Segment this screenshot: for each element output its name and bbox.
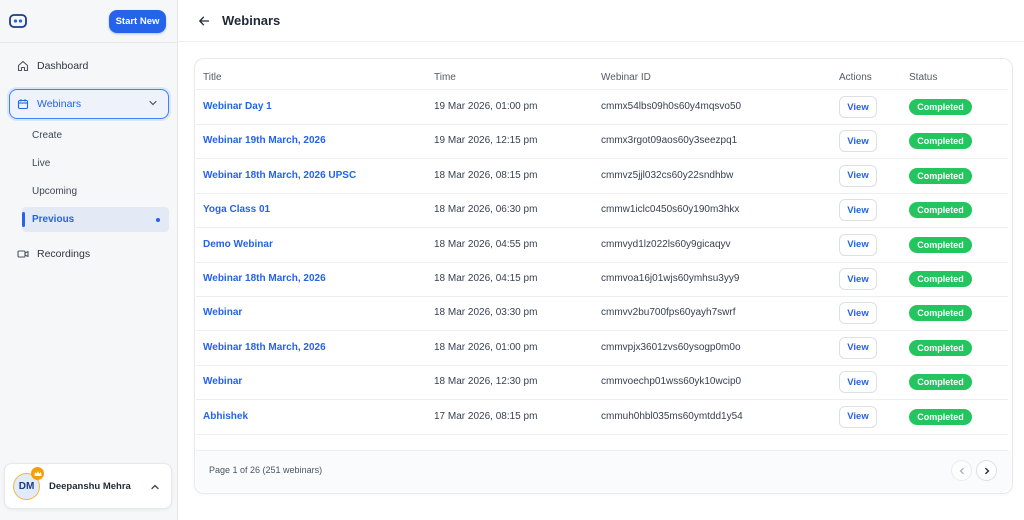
status-badge: Completed [909,167,972,184]
webinar-time: 19 Mar 2026, 01:00 pm [434,101,538,112]
webinar-time: 18 Mar 2026, 08:15 pm [434,169,538,181]
column-header-actions: Actions [839,72,872,83]
next-page-button[interactable] [976,460,997,481]
top-header: Webinars [178,0,1024,42]
webinar-id: cmmx3rgot09aos60y3seezpq1 [601,135,738,147]
column-header-status: Status [909,72,938,83]
status-badge: Completed [909,408,972,425]
webinar-title-link[interactable]: Demo Webinar [203,239,273,250]
webinar-id: cmmvoa16j01wjs60ymhsu3yy9 [601,273,740,284]
webinar-id: cmmvyd1lz022ls60y9gicaqyv [601,238,731,250]
chevron-down-icon[interactable] [148,98,158,108]
table-row: Webinar 18th March, 2026 UPSC 18 Mar 2026… [196,159,1008,194]
chevron-right-icon [984,467,989,474]
crown-icon [31,467,44,480]
sidebar-item-dashboard[interactable]: Dashboard [9,53,169,79]
sidebar-item-label: Recordings [37,248,91,260]
sub-item-previous[interactable]: Previous [32,214,74,225]
status-badge: Completed [909,305,972,322]
sidebar-item-label: Webinars [37,98,82,110]
webinar-title-link[interactable]: Webinar 19th March, 2026 [203,135,326,146]
sidebar-item-label: Dashboard [37,60,89,72]
view-button[interactable]: View [839,405,877,428]
webinar-title-link[interactable]: Yoga Class 01 [203,204,270,215]
column-header-title: Title [203,72,222,83]
table-row: Webinar 18th March, 2026 18 Mar 2026, 04:… [196,262,1008,297]
view-button[interactable]: View [839,233,877,256]
webinar-time: 18 Mar 2026, 04:55 pm [434,238,538,250]
status-badge: Completed [909,99,972,115]
sub-item-upcoming[interactable]: Upcoming [32,186,77,197]
webinar-id: cmmuh0hbl035ms60ymtdd1y54 [601,410,743,422]
home-icon [15,58,31,74]
webinar-title-link[interactable]: Webinar 18th March, 2026 [203,273,326,284]
webinar-id: cmmvz5jjl032cs60y22sndhbw [601,169,734,181]
view-button[interactable]: View [839,130,877,153]
webinar-title-link[interactable]: Webinar Day 1 [203,101,272,112]
status-badge: Completed [909,374,972,391]
back-arrow-icon[interactable] [198,15,210,27]
webinar-title-link[interactable]: Abhishek [203,411,248,422]
webinar-id: cmmvv2bu700fps60yayh7swrf [601,307,736,319]
webinar-time: 18 Mar 2026, 03:30 pm [434,307,538,319]
previous-page-button[interactable] [951,460,972,481]
webinar-id: cmmx54lbs09h0s60y4mqsvo50 [601,101,742,112]
webinar-title-link[interactable]: Webinar [203,307,242,318]
view-button[interactable]: View [839,199,877,222]
sub-item-create[interactable]: Create [32,130,62,141]
status-badge: Completed [909,271,972,287]
chevron-left-icon [959,467,964,474]
table-row: Webinar 19th March, 2026 19 Mar 2026, 12:… [196,124,1008,160]
table-row: Webinar Day 1 19 Mar 2026, 01:00 pm cmmx54… [196,90,1008,125]
table-row: Demo Webinar 18 Mar 2026, 04:55 pm cmmvyd1… [196,228,1008,263]
table-row: Webinar 18th March, 2026 18 Mar 2026, 01:… [196,331,1008,366]
sidebar-item-recordings[interactable]: Recordings [9,241,169,267]
table-row: Webinar 18 Mar 2026, 12:30 pm cmmvoechp01w… [196,365,1008,401]
table-row: Webinar 18 Mar 2026, 03:30 pm cmmvv2bu700f… [196,296,1008,332]
pagination-info: Page 1 of 26 (251 webinars) [209,465,323,475]
column-header-time: Time [434,72,456,83]
table-row: Abhishek 17 Mar 2026, 08:15 pm cmmuh0hbl03… [196,400,1008,435]
view-button[interactable]: View [839,302,877,325]
webinar-time: 18 Mar 2026, 04:15 pm [434,273,538,284]
webinar-title-link[interactable]: Webinar 18th March, 2026 UPSC [203,170,356,181]
webinar-time: 18 Mar 2026, 01:00 pm [434,341,538,353]
status-badge: Completed [909,202,972,219]
user-profile-card[interactable]: DM Deepanshu Mehra [4,463,172,509]
video-icon [15,246,31,262]
table-footer: Page 1 of 26 (251 webinars) [196,451,1011,492]
webinar-time: 18 Mar 2026, 06:30 pm [434,204,538,216]
sidebar: Start New Dashboard Webinars Create Live… [0,0,178,520]
webinar-id: cmmw1iclc0450s60y190m3hkx [601,204,740,216]
view-button[interactable]: View [839,336,877,359]
webinar-title-link[interactable]: Webinar 18th March, 2026 [203,342,326,353]
webinar-time: 17 Mar 2026, 08:15 pm [434,410,538,422]
view-button[interactable]: View [839,371,877,394]
view-button[interactable]: View [839,96,877,118]
sub-item-live[interactable]: Live [32,158,50,169]
sidebar-divider [0,42,178,43]
status-badge: Completed [909,339,972,356]
webinar-time: 19 Mar 2026, 12:15 pm [434,135,538,147]
active-indicator-dot [156,218,160,222]
user-name: Deepanshu Mehra [49,481,131,492]
view-button[interactable]: View [839,164,877,187]
table-row: Yoga Class 01 18 Mar 2026, 06:30 pm cmmw1i… [196,193,1008,229]
view-button[interactable]: View [839,268,877,290]
status-badge: Completed [909,236,972,253]
column-header-webinar-id: Webinar ID [601,72,651,83]
webinar-time: 18 Mar 2026, 12:30 pm [434,376,538,388]
calendar-icon [15,96,31,112]
webinar-id: cmmvpjx3601zvs60ysogp0m0o [601,341,741,353]
chevron-up-icon[interactable] [150,482,160,492]
start-new-button[interactable]: Start New [109,10,166,33]
webinar-id: cmmvoechp01wss60yk10wcip0 [601,376,742,388]
webinar-title-link[interactable]: Webinar [203,376,242,387]
status-badge: Completed [909,133,972,150]
page-title: Webinars [222,13,281,28]
app-logo-icon[interactable] [9,14,27,28]
sidebar-item-webinars[interactable]: Webinars [9,89,169,119]
active-indicator-bar [22,212,25,227]
